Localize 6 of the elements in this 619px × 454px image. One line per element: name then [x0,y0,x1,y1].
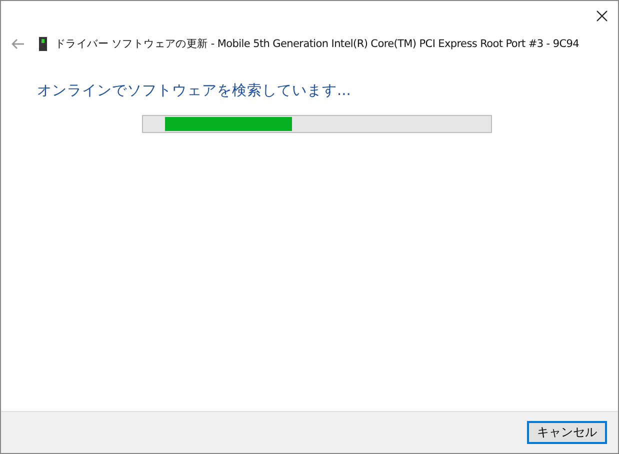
cancel-button[interactable]: キャンセル [527,421,607,444]
device-icon [39,37,47,51]
window-title: ドライバー ソフトウェアの更新 - Mobile 5th Generation Intel(R) Core(TM) PCI Express Root Port #3 - 9C94 [55,37,579,51]
status-heading: オンラインでソフトウェアを検索しています... [37,82,352,100]
back-arrow-icon[interactable] [11,38,25,50]
close-icon[interactable] [596,10,608,22]
